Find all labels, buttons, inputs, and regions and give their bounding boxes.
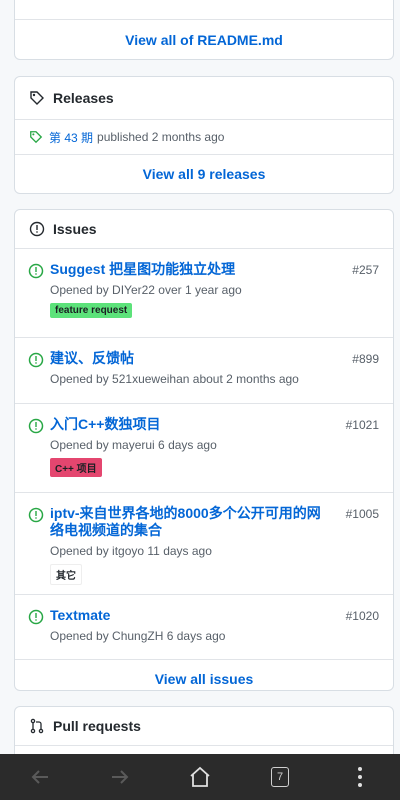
menu-button[interactable]	[340, 757, 380, 797]
releases-box: Releases 第 43 期 published 2 months ago V…	[14, 76, 394, 194]
tab-count: 7	[271, 767, 289, 787]
latest-release[interactable]: 第 43 期 published 2 months ago	[15, 120, 393, 155]
issue-number: #899	[352, 352, 379, 366]
releases-header: Releases	[15, 77, 393, 120]
release-meta: published 2 months ago	[97, 130, 225, 144]
issue-number: #1005	[345, 507, 379, 521]
view-readme-link[interactable]: View all of README.md	[15, 20, 393, 59]
browser-navbar: 7	[0, 754, 400, 800]
issue-open-icon	[28, 263, 44, 279]
pull-requests-header: Pull requests	[15, 707, 393, 746]
issue-title[interactable]: 入门C++数独项目	[50, 416, 379, 433]
home-button[interactable]	[180, 757, 220, 797]
issues-header: Issues	[15, 210, 393, 249]
view-releases-link[interactable]: View all 9 releases	[15, 155, 393, 193]
arrow-right-icon	[109, 766, 131, 788]
issues-box: Issues Suggest 把星图功能独立处理 #257 Opened by …	[14, 209, 394, 691]
issue-meta: Opened by mayerui 6 days ago	[50, 438, 217, 452]
issue-title[interactable]: iptv-来自世界各地的8000多个公开可用的网络电视频道的集合	[50, 505, 379, 539]
issue-meta: Opened by 521xueweihan about 2 months ag…	[50, 372, 299, 386]
view-issues-link[interactable]: View all issues	[15, 660, 393, 690]
more-vertical-icon	[357, 766, 363, 788]
issue-item[interactable]: 入门C++数独项目 #1021 Opened by mayerui 6 days…	[15, 404, 393, 493]
arrow-left-icon	[29, 766, 51, 788]
issue-label[interactable]: 其它	[50, 564, 82, 585]
issue-open-icon	[28, 418, 44, 434]
issue-title[interactable]: Suggest 把星图功能独立处理	[50, 261, 379, 278]
issues-title: Issues	[53, 221, 97, 237]
issue-open-icon	[28, 507, 44, 523]
issue-meta: Opened by DIYer22 over 1 year ago	[50, 283, 242, 297]
issue-open-icon	[28, 609, 44, 625]
release-tag-link[interactable]: 第 43 期	[49, 129, 93, 146]
issue-label[interactable]: feature request	[50, 303, 133, 318]
home-icon	[188, 765, 212, 789]
issue-number: #257	[352, 263, 379, 277]
issue-item[interactable]: Suggest 把星图功能独立处理 #257 Opened by DIYer22…	[15, 249, 393, 338]
issue-item[interactable]: Textmate #1020 Opened by ChungZH 6 days …	[15, 595, 393, 660]
tag-icon	[29, 130, 43, 144]
issue-open-icon	[28, 352, 44, 368]
back-button[interactable]	[20, 757, 60, 797]
issue-number: #1020	[345, 609, 379, 623]
readme-box: View all of README.md	[14, 0, 394, 60]
tag-icon	[29, 90, 45, 106]
issue-number: #1021	[345, 418, 379, 432]
forward-button[interactable]	[100, 757, 140, 797]
issue-title[interactable]: 建议、反馈帖	[50, 350, 379, 367]
issue-item[interactable]: 建议、反馈帖 #899 Opened by 521xueweihan about…	[15, 338, 393, 404]
issue-title[interactable]: Textmate	[50, 607, 379, 624]
tabs-button[interactable]: 7	[260, 757, 300, 797]
releases-title: Releases	[53, 90, 114, 106]
issue-meta: Opened by itgoyo 11 days ago	[50, 544, 212, 558]
issue-meta: Opened by ChungZH 6 days ago	[50, 629, 226, 643]
issue-item[interactable]: iptv-来自世界各地的8000多个公开可用的网络电视频道的集合 #1005 O…	[15, 493, 393, 595]
readme-content-end	[15, 0, 393, 20]
issue-label[interactable]: C++ 项目	[50, 458, 102, 477]
pull-requests-title: Pull requests	[53, 718, 141, 734]
issue-opened-icon	[29, 221, 45, 237]
pull-request-icon	[29, 718, 45, 734]
